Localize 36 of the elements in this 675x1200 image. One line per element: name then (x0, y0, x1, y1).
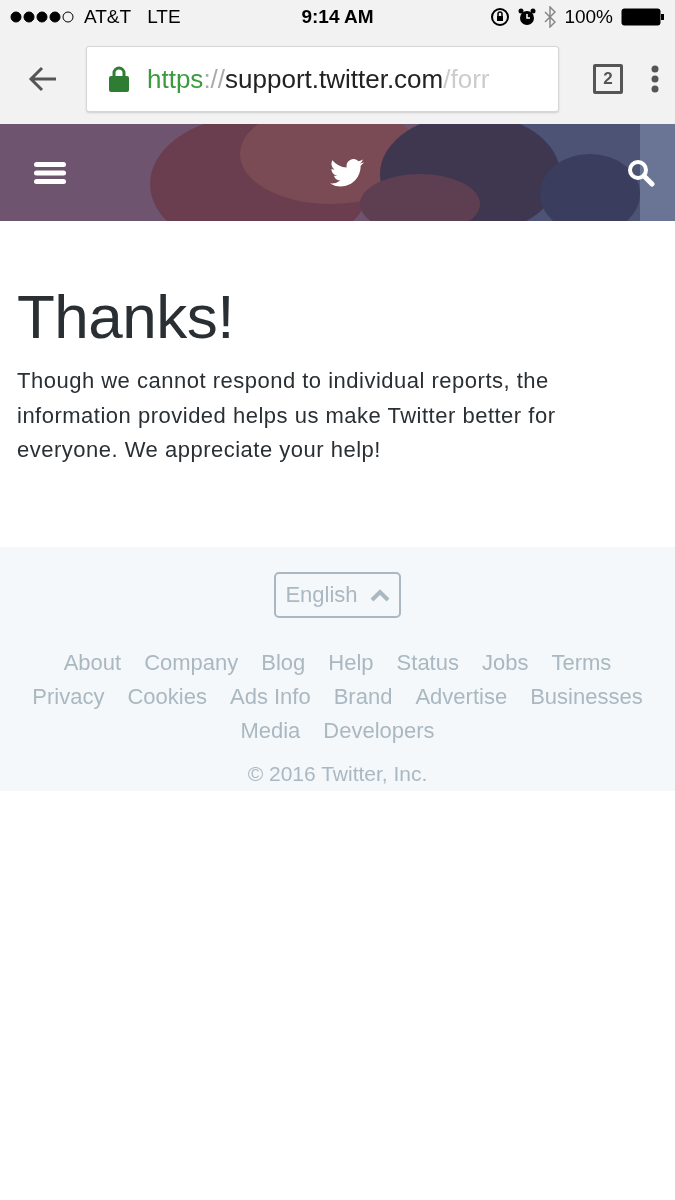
page-title: Thanks! (17, 281, 236, 352)
alarm-icon (518, 8, 537, 26)
footer-link[interactable]: Status (396, 646, 459, 680)
battery-icon (621, 8, 665, 26)
footer-link[interactable]: Media (240, 714, 301, 748)
bird-logo-icon[interactable] (329, 158, 364, 187)
footer-link[interactable]: Brand (333, 680, 393, 714)
footer-link[interactable]: Businesses (530, 680, 643, 714)
tab-switcher-button[interactable]: 2 (593, 64, 623, 94)
signal-icon (10, 11, 76, 23)
carrier-name: AT&T (84, 6, 132, 28)
footer-link[interactable]: About (63, 646, 122, 680)
clock-time: 9:14 AM (301, 6, 374, 28)
chevron-up-icon (369, 588, 390, 602)
footer-link[interactable]: Terms (551, 646, 612, 680)
battery-percent: 100% (564, 6, 613, 28)
search-icon[interactable] (627, 158, 655, 187)
thanks-message: Though we cannot respond to individual reports, the information provided helps us make Twitter better for everyone. We appreciate your help! (17, 367, 557, 464)
footer-link[interactable]: Help (328, 646, 374, 680)
language-selector[interactable]: English (274, 572, 401, 618)
bluetooth-icon (544, 6, 557, 28)
footer-link[interactable]: Developers (323, 714, 435, 748)
network-type: LTE (147, 6, 181, 28)
menu-button[interactable] (651, 65, 659, 93)
footer-link[interactable]: Advertise (415, 680, 508, 714)
menu-icon[interactable] (34, 160, 66, 185)
footer-link[interactable]: Blog (261, 646, 306, 680)
footer-link[interactable]: Cookies (127, 680, 207, 714)
footer-link[interactable]: Ads Info (229, 680, 311, 714)
back-button[interactable] (28, 66, 58, 92)
rotation-lock-icon (490, 7, 511, 27)
footer-link[interactable]: Privacy (32, 680, 105, 714)
copyright-text: © 2016 Twitter, Inc. (247, 762, 428, 786)
lock-icon (109, 66, 129, 92)
footer-link[interactable]: Company (144, 646, 239, 680)
footer-link[interactable]: Jobs (481, 646, 529, 680)
